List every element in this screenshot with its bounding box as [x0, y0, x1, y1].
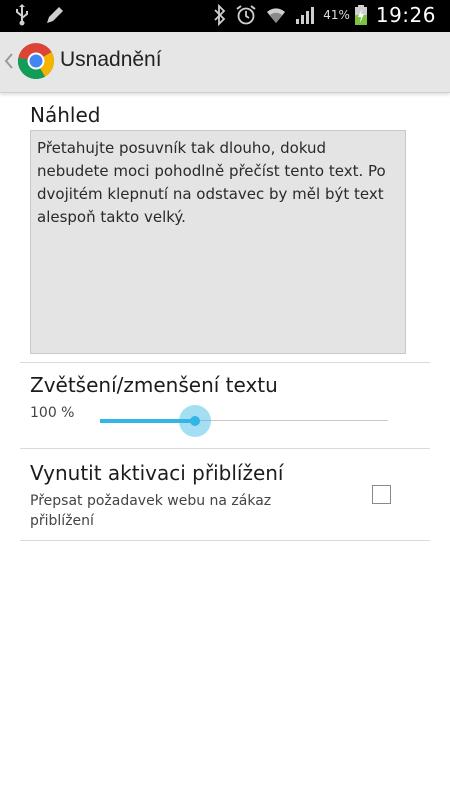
force-zoom-checkbox[interactable]: [372, 485, 391, 504]
status-bar: 41% 19:26: [0, 0, 450, 32]
signal-icon: [295, 4, 315, 26]
preview-text-box: Přetahujte posuvník tak dlouho, dokud ne…: [30, 130, 406, 354]
battery-charging-icon: [354, 4, 368, 26]
usb-icon: [14, 4, 30, 26]
chrome-logo-icon[interactable]: [17, 42, 55, 84]
up-caret-icon[interactable]: [4, 51, 14, 75]
action-bar: Usnadnění: [0, 32, 450, 93]
preview-title: Náhled: [30, 103, 101, 127]
pencil-icon: [44, 4, 66, 26]
divider: [20, 540, 430, 541]
slider-thumb[interactable]: [190, 416, 200, 426]
text-scale-title: Zvětšení/zmenšení textu: [30, 373, 278, 397]
divider: [20, 448, 430, 449]
text-scale-slider[interactable]: [100, 405, 388, 437]
bluetooth-icon: [213, 4, 227, 26]
page-title: Usnadnění: [60, 48, 162, 71]
alarm-icon: [235, 4, 257, 26]
force-zoom-summary: Přepsat požadavek webu na zákaz přiblíže…: [30, 493, 272, 529]
text-scale-value: 100 %: [30, 405, 75, 421]
wifi-icon: [265, 4, 287, 26]
force-zoom-title[interactable]: Vynutit aktivaci přiblížení: [30, 461, 284, 485]
clock: 19:26: [375, 3, 436, 27]
preview-text: Přetahujte posuvník tak dlouho, dokud ne…: [37, 139, 386, 226]
battery-percent: 41%: [323, 8, 350, 22]
divider: [20, 362, 430, 363]
